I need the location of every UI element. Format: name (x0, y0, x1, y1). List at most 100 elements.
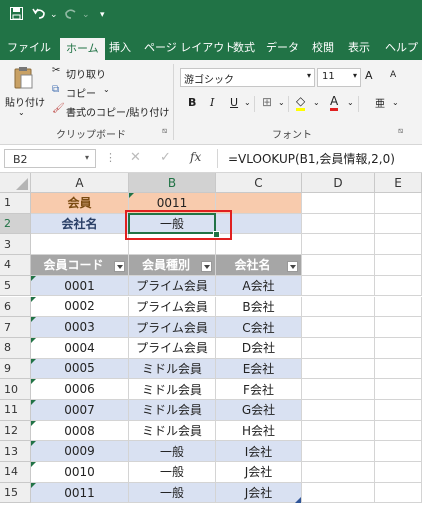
table-cell[interactable] (302, 317, 375, 338)
row-header[interactable]: 15 (0, 482, 31, 504)
table-header-cell[interactable]: 会員種別 (129, 255, 216, 276)
row-header[interactable]: 8 (0, 337, 31, 359)
row-header[interactable]: 12 (0, 420, 31, 442)
table-cell[interactable] (302, 441, 375, 463)
row-header[interactable]: 9 (0, 358, 31, 380)
table-cell[interactable]: 0011 (31, 482, 129, 504)
table-cell[interactable] (31, 234, 129, 256)
table-cell[interactable]: 0008 (31, 420, 129, 442)
table-cell[interactable] (375, 255, 422, 276)
redo-dropdown-icon[interactable]: ⌄ (82, 10, 90, 20)
tab-view[interactable]: 表示 (348, 39, 370, 55)
tab-page-layout[interactable]: ページ レイアウト (144, 39, 235, 55)
customize-qat-icon[interactable]: ▾ (100, 10, 105, 20)
select-all-corner[interactable] (0, 173, 31, 193)
row-header[interactable]: 4 (0, 255, 31, 276)
phonetic-dropdown-icon[interactable]: ⌄ (392, 98, 399, 107)
table-header-cell[interactable]: 会員コード (31, 255, 129, 276)
table-cell[interactable]: 一般 (129, 213, 216, 235)
name-box[interactable]: B2 ▾ (4, 149, 96, 168)
paste-dropdown-icon[interactable]: ⌄ (18, 108, 25, 117)
table-cell[interactable] (302, 482, 375, 504)
table-cell[interactable]: 会員 (31, 193, 129, 214)
table-cell[interactable]: 一般 (129, 462, 216, 483)
bold-button[interactable]: B (188, 96, 196, 109)
font-size-dropdown-icon[interactable]: ▾ (353, 71, 357, 80)
table-cell[interactable]: 0001 (31, 275, 129, 297)
save-icon[interactable] (10, 7, 23, 24)
table-cell[interactable] (302, 193, 375, 214)
table-cell[interactable] (375, 275, 422, 297)
table-cell[interactable]: 会社名 (31, 213, 129, 235)
table-cell[interactable]: D会社 (216, 337, 302, 359)
table-cell[interactable] (302, 379, 375, 400)
name-box-dropdown-icon[interactable]: ▾ (85, 153, 89, 162)
table-cell[interactable]: B会社 (216, 296, 302, 318)
column-header-c[interactable]: C (216, 173, 302, 193)
table-cell[interactable]: 0004 (31, 337, 129, 359)
underline-dropdown-icon[interactable]: ⌄ (244, 98, 251, 107)
copy-icon[interactable]: ⧉ (52, 84, 59, 95)
table-cell[interactable]: J会社 (216, 482, 302, 504)
copy-dropdown-icon[interactable]: ⌄ (103, 85, 110, 94)
table-cell[interactable] (129, 234, 216, 256)
row-header[interactable]: 6 (0, 296, 31, 318)
table-cell[interactable] (375, 213, 422, 235)
undo-icon[interactable] (32, 7, 46, 24)
table-cell[interactable] (375, 337, 422, 359)
clipboard-launcher-icon[interactable]: ⧅ (162, 126, 167, 136)
row-header[interactable]: 5 (0, 275, 31, 297)
row-header[interactable]: 13 (0, 441, 31, 463)
font-name-dropdown-icon[interactable]: ▾ (307, 71, 311, 80)
table-cell[interactable]: 0011 (129, 193, 216, 214)
table-cell[interactable] (302, 420, 375, 442)
table-cell[interactable]: A会社 (216, 275, 302, 297)
row-header[interactable]: 14 (0, 462, 31, 483)
column-header-e[interactable]: E (375, 173, 422, 193)
column-header-a[interactable]: A (31, 173, 129, 193)
table-cell[interactable]: J会社 (216, 462, 302, 483)
table-cell[interactable] (375, 234, 422, 256)
table-cell[interactable]: ミドル会員 (129, 358, 216, 380)
row-header[interactable]: 3 (0, 234, 31, 256)
table-cell[interactable] (375, 317, 422, 338)
table-cell[interactable]: プライム会員 (129, 296, 216, 318)
filter-dropdown-icon[interactable] (114, 261, 125, 273)
table-cell[interactable]: 0005 (31, 358, 129, 380)
table-cell[interactable]: 0003 (31, 317, 129, 338)
table-cell[interactable]: 0009 (31, 441, 129, 463)
font-color-icon[interactable]: A (330, 94, 339, 111)
tab-insert[interactable]: 挿入 (109, 39, 131, 55)
confirm-entry-icon[interactable]: ✓ (160, 150, 171, 165)
table-cell[interactable] (302, 234, 375, 256)
font-name-box[interactable]: 游ゴシック ▾ (180, 68, 315, 87)
fill-handle[interactable] (213, 231, 220, 239)
format-painter-button[interactable]: 書式のコピー/貼り付け (66, 104, 169, 119)
table-cell[interactable] (302, 296, 375, 318)
table-cell[interactable]: 一般 (129, 441, 216, 463)
copy-button[interactable]: コピー (66, 85, 96, 100)
tab-help[interactable]: ヘルプ (385, 39, 418, 55)
paste-icon[interactable] (14, 66, 34, 94)
column-header-b[interactable]: B (129, 173, 216, 193)
font-size-box[interactable]: 11 ▾ (317, 68, 361, 87)
table-cell[interactable] (216, 213, 302, 235)
cut-icon[interactable]: ✂ (52, 65, 60, 76)
table-cell[interactable]: G会社 (216, 400, 302, 421)
fill-color-icon[interactable]: ◇ (296, 94, 306, 111)
table-cell[interactable] (302, 255, 375, 276)
table-cell[interactable]: プライム会員 (129, 337, 216, 359)
table-cell[interactable] (302, 358, 375, 380)
table-cell[interactable] (375, 379, 422, 400)
table-cell[interactable] (302, 462, 375, 483)
tab-data[interactable]: データ (266, 39, 299, 55)
table-cell[interactable]: I会社 (216, 441, 302, 463)
table-header-cell[interactable]: 会社名 (216, 255, 302, 276)
table-cell[interactable] (375, 296, 422, 318)
table-cell[interactable]: 0010 (31, 462, 129, 483)
table-cell[interactable]: 0007 (31, 400, 129, 421)
table-cell[interactable]: プライム会員 (129, 275, 216, 297)
italic-button[interactable]: I (210, 96, 214, 109)
tab-home[interactable]: ホーム (60, 38, 105, 61)
table-cell[interactable] (216, 193, 302, 214)
